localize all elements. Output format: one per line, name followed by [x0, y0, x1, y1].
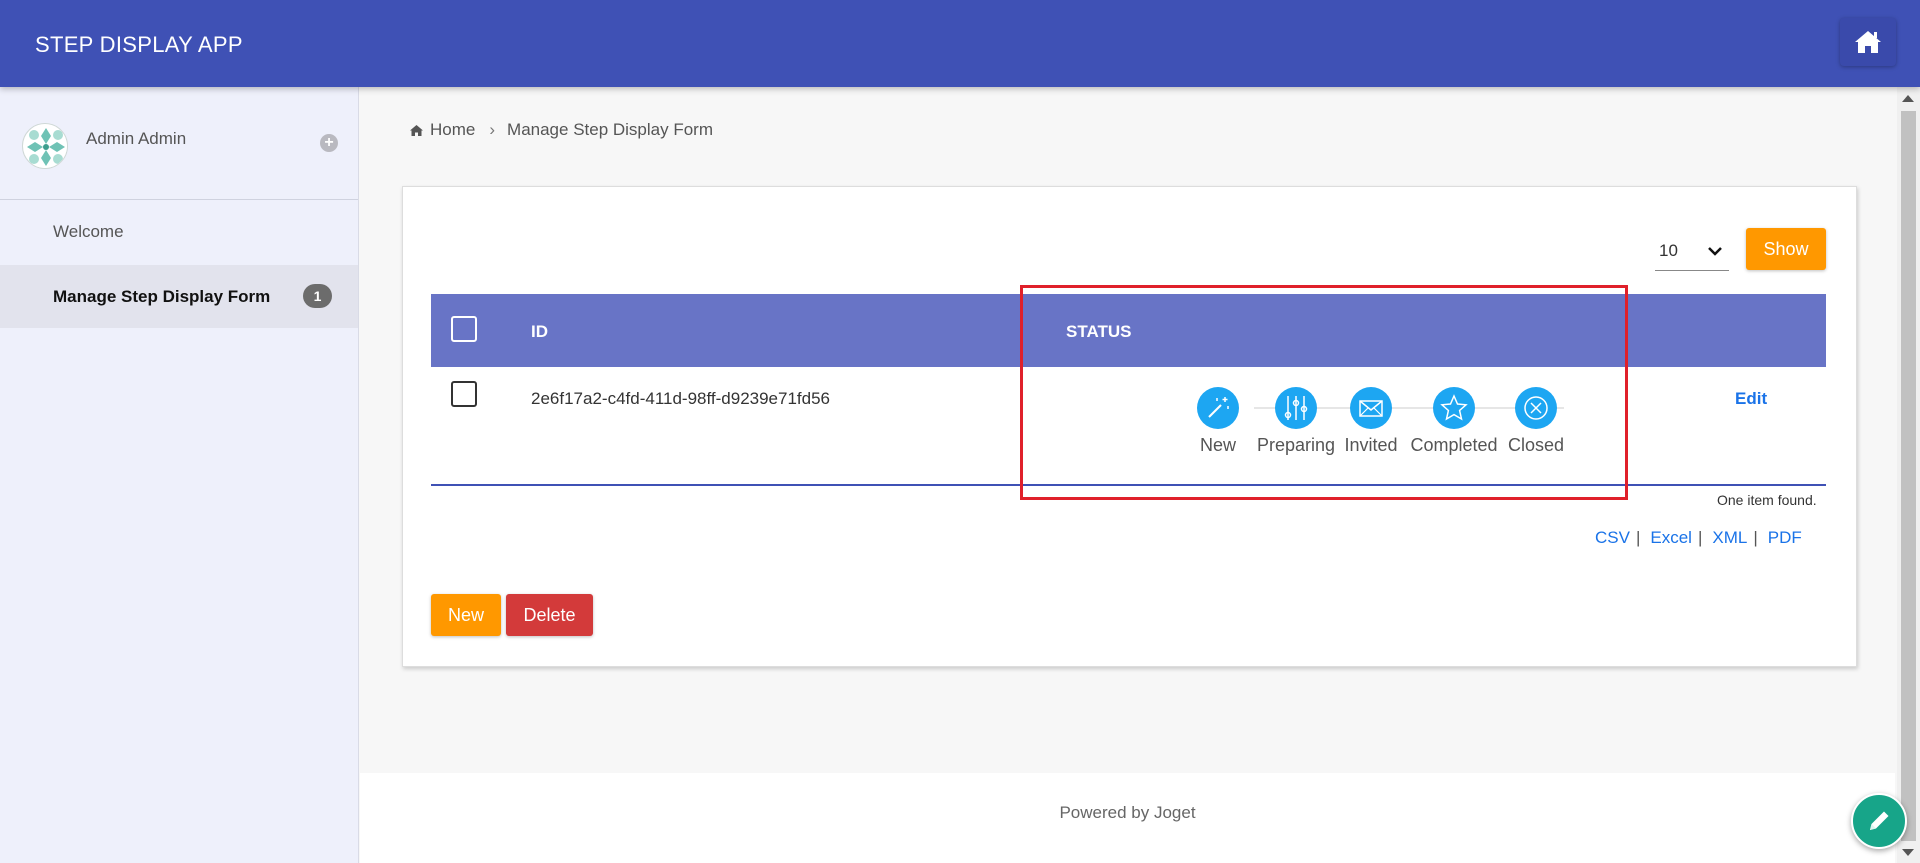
- home-icon: [1855, 31, 1881, 53]
- home-button[interactable]: [1840, 18, 1896, 66]
- star-icon: [1440, 394, 1468, 421]
- close-circle-icon: [1524, 396, 1548, 420]
- new-button[interactable]: New: [431, 594, 501, 636]
- new-button-label: New: [447, 604, 484, 625]
- page-size-value: 10: [1659, 240, 1678, 260]
- avatar-pattern-icon: [24, 125, 67, 168]
- user-name: Admin Admin: [86, 129, 187, 148]
- export-excel-link[interactable]: Excel: [1650, 528, 1692, 548]
- separator: |: [1697, 528, 1703, 547]
- breadcrumb-home-link[interactable]: Home: [430, 120, 475, 140]
- envelope-icon: [1359, 400, 1383, 417]
- select-all-checkbox[interactable]: [451, 316, 477, 342]
- app-title: STEP DISPLAY APP: [35, 32, 243, 57]
- column-header-id[interactable]: ID: [531, 322, 548, 342]
- breadcrumb-current: Manage Step Display Form: [507, 120, 714, 139]
- plus-circle-icon[interactable]: +: [320, 134, 338, 152]
- sidebar-item-manage-step-display-form[interactable]: Manage Step Display Form 1: [0, 265, 358, 328]
- footer-text: Powered by Joget: [1059, 803, 1196, 822]
- step-closed: Closed: [1486, 387, 1586, 456]
- export-links: CSV | Excel | XML | PDF: [1595, 528, 1802, 548]
- show-button-label: Show: [1763, 238, 1809, 259]
- export-pdf-link[interactable]: PDF: [1768, 528, 1802, 548]
- sliders-icon: [1284, 396, 1308, 420]
- table-row: 2e6f17a2-c4fd-411d-98ff-d9239e71fd56 New: [431, 367, 1826, 486]
- result-count: One item found.: [1717, 492, 1817, 508]
- status-steps: New Preparing Invited Completed Closed: [1194, 387, 1594, 457]
- separator: |: [1753, 528, 1758, 547]
- delete-button[interactable]: Delete: [506, 594, 593, 636]
- export-xml-link[interactable]: XML: [1712, 528, 1747, 548]
- row-checkbox[interactable]: [451, 381, 477, 407]
- chevron-right-icon: ›: [489, 120, 496, 139]
- scroll-thumb[interactable]: [1901, 111, 1916, 841]
- top-header: STEP DISPLAY APP: [0, 0, 1920, 87]
- step-label: Closed: [1507, 435, 1565, 455]
- sidebar-item-label: Manage Step Display Form: [53, 287, 271, 306]
- delete-button-label: Delete: [523, 604, 576, 625]
- scrollbar[interactable]: [1897, 87, 1920, 863]
- column-header-status[interactable]: STATUS: [1066, 322, 1131, 342]
- chevron-down-icon: [1708, 246, 1722, 256]
- export-csv-link[interactable]: CSV: [1595, 528, 1630, 548]
- sidebar-item-label: Welcome: [53, 222, 124, 241]
- pencil-icon: [1870, 811, 1889, 830]
- home-icon: [410, 124, 423, 136]
- scroll-down-icon[interactable]: [1902, 849, 1914, 856]
- floating-edit-button[interactable]: [1851, 793, 1907, 849]
- avatar: [22, 123, 68, 169]
- sidebar-item-welcome[interactable]: Welcome: [0, 200, 358, 263]
- row-id: 2e6f17a2-c4fd-411d-98ff-d9239e71fd56: [531, 389, 831, 408]
- show-button[interactable]: Show: [1746, 228, 1826, 270]
- magic-wand-icon: [1208, 397, 1229, 418]
- footer: Powered by Joget: [360, 773, 1895, 863]
- edit-link[interactable]: Edit: [1735, 389, 1767, 409]
- table-header: ID STATUS: [431, 294, 1826, 367]
- breadcrumb: Home › Manage Step Display Form: [409, 120, 713, 140]
- user-profile: Admin Admin +: [0, 87, 358, 200]
- count-badge: 1: [303, 284, 332, 308]
- page-size-select[interactable]: 10: [1655, 231, 1729, 271]
- sidebar: Admin Admin + Welcome Manage Step Displa…: [0, 87, 359, 863]
- separator: |: [1635, 528, 1641, 547]
- scroll-up-icon[interactable]: [1902, 95, 1914, 102]
